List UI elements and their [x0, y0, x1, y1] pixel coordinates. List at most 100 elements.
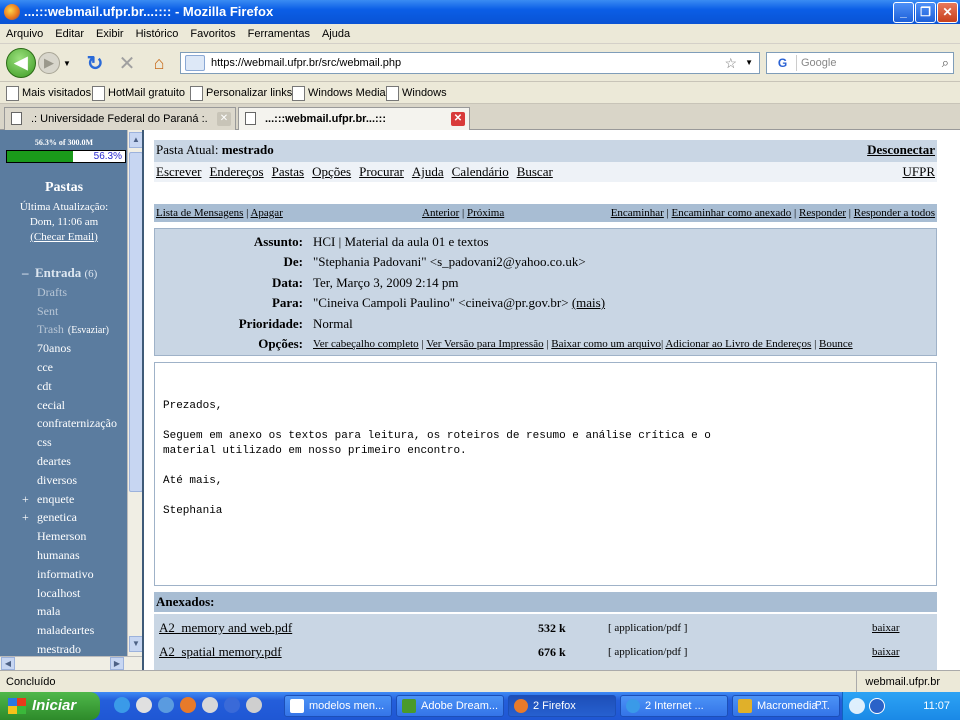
next-link[interactable]: Próxima [467, 207, 504, 219]
folder-item[interactable]: Trash (Esvaziar) [0, 320, 128, 339]
start-button[interactable]: Iniciar [0, 692, 100, 720]
search-input[interactable]: G Google ⌕ [766, 52, 954, 74]
expand-icon[interactable]: + [22, 508, 29, 527]
tray-app-icon[interactable] [849, 698, 865, 714]
download-link[interactable]: baixar [872, 616, 899, 640]
folder-item[interactable]: + enquete [0, 490, 128, 509]
folder-item[interactable]: css [0, 433, 128, 452]
menu-exibir[interactable]: Exibir [90, 24, 130, 44]
folder-item[interactable]: cecial [0, 396, 128, 415]
url-bar[interactable]: https://webmail.ufpr.br/src/webmail.php … [180, 52, 760, 74]
collapse-icon[interactable]: – [22, 265, 29, 280]
scroll-thumb[interactable] [129, 152, 142, 492]
folder-item[interactable]: maladeartes [0, 621, 128, 640]
empty-trash-link[interactable]: (Esvaziar) [68, 325, 109, 336]
tab-ufpr[interactable]: .: Universidade Federal do Paraná :. ✕ [4, 107, 236, 130]
bookmark-windows[interactable]: Windows [384, 82, 447, 104]
app-quicklaunch-icon[interactable] [158, 697, 174, 713]
folder-item[interactable]: localhost [0, 584, 128, 603]
bounce-link[interactable]: Bounce [819, 338, 853, 350]
folder-item[interactable]: cce [0, 358, 128, 377]
site-identity-icon[interactable] [185, 55, 205, 71]
task-dreamweaver[interactable]: Adobe Dream... [396, 695, 504, 717]
bookmark-personalizar-links[interactable]: Personalizar links [188, 82, 292, 104]
menu-ferramentas[interactable]: Ferramentas [242, 24, 316, 44]
forward-as-attachment-link[interactable]: Encaminhar como anexado [672, 207, 792, 219]
forward-button[interactable]: ▶ [38, 52, 60, 74]
bookmark-windows-media[interactable]: Windows Media [290, 82, 386, 104]
download-as-file-link[interactable]: Baixar como um arquivo [551, 338, 661, 350]
maximize-button[interactable]: ❐ [915, 2, 936, 23]
close-tab-icon[interactable]: ✕ [451, 112, 465, 126]
task-internet[interactable]: 2 Internet ... [620, 695, 728, 717]
disconnect-link[interactable]: Desconectar [867, 140, 935, 160]
language-indicator[interactable]: PT [815, 692, 828, 720]
sidebar-vertical-scrollbar[interactable]: ▲ ▼ [127, 130, 142, 656]
menu-arquivo[interactable]: Arquivo [0, 24, 49, 44]
reply-link[interactable]: Responder [799, 207, 846, 219]
nav-ajuda[interactable]: Ajuda [412, 164, 444, 179]
close-window-button[interactable]: ✕ [937, 2, 958, 23]
check-email-link[interactable]: (Checar Email) [0, 230, 128, 245]
tray-network-icon[interactable] [869, 698, 885, 714]
bookmark-star-icon[interactable]: ☆ [724, 53, 737, 73]
tab-webmail[interactable]: ...:::webmail.ufpr.br...::: ✕ [238, 107, 470, 131]
app3-quicklaunch-icon[interactable] [246, 697, 262, 713]
reload-icon[interactable]: ↻ [84, 52, 106, 75]
download-link[interactable]: baixar [872, 640, 899, 664]
folder-item[interactable]: diversos [0, 471, 128, 490]
ie-quicklaunch-icon[interactable] [114, 697, 130, 713]
nav-pastas[interactable]: Pastas [272, 164, 305, 179]
media-quicklaunch-icon[interactable] [202, 697, 218, 713]
stop-icon[interactable]: ✕ [116, 52, 138, 75]
attachment-filename-link[interactable]: A2_memory and web.pdf [159, 616, 292, 640]
bookmark-mais-visitados[interactable]: Mais visitados [4, 82, 91, 104]
nav-enderecos[interactable]: Endereços [209, 164, 263, 179]
reply-all-link[interactable]: Responder a todos [854, 207, 935, 219]
message-list-link[interactable]: Lista de Mensagens [156, 207, 243, 219]
menu-historico[interactable]: Histórico [130, 24, 185, 44]
home-icon[interactable]: ⌂ [148, 52, 170, 74]
history-dropdown-icon[interactable]: ▼ [62, 56, 72, 70]
nav-calendario[interactable]: Calendário [452, 164, 509, 179]
menu-editar[interactable]: Editar [49, 24, 90, 44]
print-version-link[interactable]: Ver Versão para Impressão [426, 338, 543, 350]
folder-item[interactable]: Hemerson [0, 527, 128, 546]
task-modelos[interactable]: modelos men... [284, 695, 392, 717]
previous-link[interactable]: Anterior [422, 207, 459, 219]
search-icon[interactable]: ⌕ [942, 53, 949, 73]
nav-opcoes[interactable]: Opções [312, 164, 351, 179]
firefox-quicklaunch-icon[interactable] [180, 697, 196, 713]
ufpr-link[interactable]: UFPR [902, 162, 935, 182]
desktop-quicklaunch-icon[interactable] [136, 697, 152, 713]
delete-link[interactable]: Apagar [250, 207, 282, 219]
bookmark-hotmail[interactable]: HotMail gratuito [90, 82, 185, 104]
attachment-filename-link[interactable]: A2_spatial memory.pdf [159, 640, 282, 664]
folder-item[interactable]: Sent [0, 302, 128, 321]
scroll-down-icon[interactable]: ▼ [129, 636, 142, 652]
nav-procurar[interactable]: Procurar [359, 164, 404, 179]
folder-item[interactable]: deartes [0, 452, 128, 471]
nav-buscar[interactable]: Buscar [517, 164, 553, 179]
expand-icon[interactable]: + [22, 490, 29, 509]
minimize-button[interactable]: _ [893, 2, 914, 23]
nav-escrever[interactable]: Escrever [156, 164, 201, 179]
scroll-right-icon[interactable]: ▶ [110, 657, 124, 670]
close-tab-icon[interactable]: ✕ [217, 112, 231, 126]
menu-ajuda[interactable]: Ajuda [316, 24, 356, 44]
folder-item[interactable]: informativo [0, 565, 128, 584]
folder-item[interactable]: 70anos [0, 339, 128, 358]
folder-item[interactable]: humanas [0, 546, 128, 565]
add-to-addressbook-link[interactable]: Adicionar ao Livro de Endereços [665, 338, 811, 350]
forward-link[interactable]: Encaminhar [611, 207, 664, 219]
scroll-up-icon[interactable]: ▲ [129, 132, 142, 148]
folder-inbox[interactable]: – Entrada (6) [0, 264, 128, 283]
folder-item[interactable]: mala [0, 602, 128, 621]
more-recipients-link[interactable]: (mais) [572, 295, 605, 310]
menu-favoritos[interactable]: Favoritos [184, 24, 241, 44]
view-full-header-link[interactable]: Ver cabeçalho completo [313, 338, 419, 350]
folder-item[interactable]: + genetica [0, 508, 128, 527]
sidebar-horizontal-scrollbar[interactable]: ◀ ▶ [0, 656, 142, 670]
back-button[interactable]: ◀ [6, 48, 36, 78]
folder-item[interactable]: cdt [0, 377, 128, 396]
